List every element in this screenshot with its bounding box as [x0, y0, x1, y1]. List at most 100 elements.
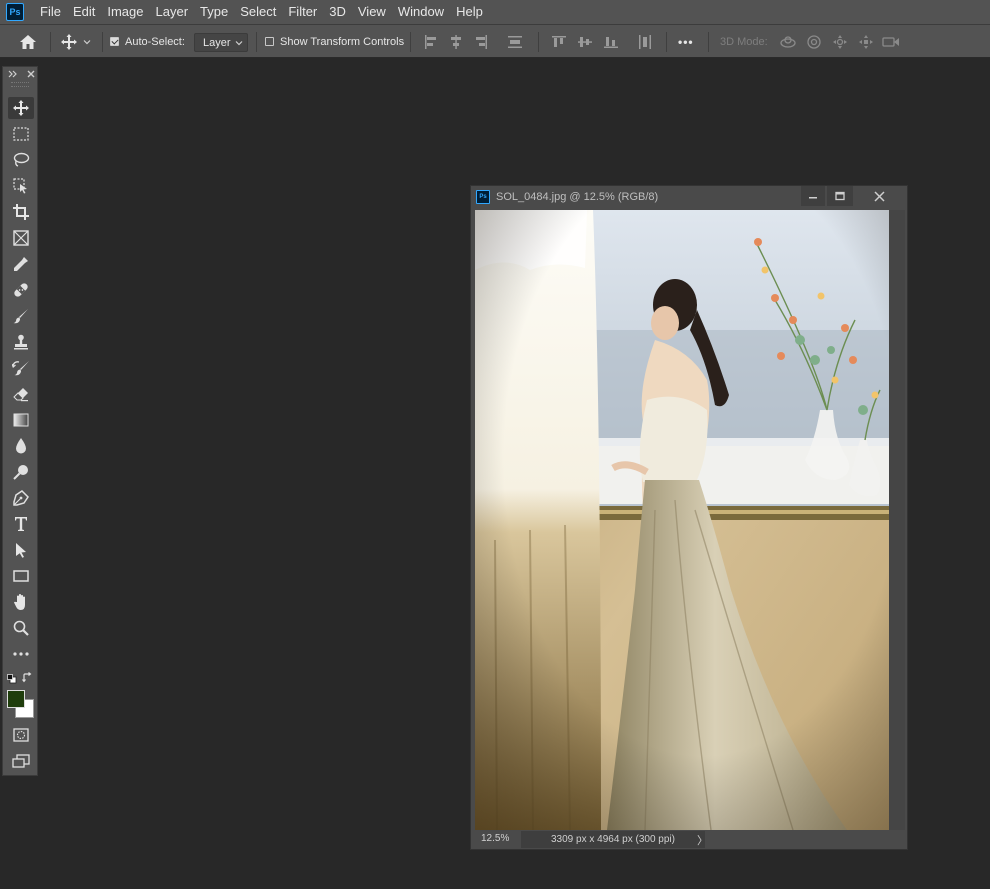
default-colors-icon [7, 674, 17, 684]
maximize-icon [835, 191, 845, 201]
history-brush-tool[interactable] [8, 357, 34, 379]
zoom-level[interactable]: 12.5% [481, 833, 521, 844]
collapse-icon[interactable] [8, 70, 18, 78]
pen-icon [13, 490, 29, 506]
eyedropper-icon [14, 257, 28, 271]
menu-bar: Ps File Edit Image Layer Type Select Fil… [0, 0, 990, 24]
video-camera-icon [882, 37, 899, 47]
screen-mode-button[interactable] [8, 750, 34, 772]
more-options-button[interactable]: ••• [678, 35, 694, 49]
align-bottom-button[interactable] [602, 33, 620, 51]
marquee-tool[interactable] [8, 123, 34, 145]
align-middle-button[interactable] [576, 33, 594, 51]
close-icon[interactable] [27, 70, 35, 78]
healing-brush-tool[interactable] [8, 279, 34, 301]
menu-view[interactable]: View [352, 0, 392, 24]
close-button[interactable] [855, 186, 903, 206]
menu-help[interactable]: Help [450, 0, 489, 24]
default-colors-button[interactable] [7, 673, 17, 687]
swap-arrows-icon [22, 672, 32, 683]
align-left-button[interactable] [422, 33, 440, 51]
distribute-vertical-button[interactable] [506, 33, 524, 51]
distribute-horizontal-button[interactable] [636, 33, 654, 51]
screen-mode-icon [12, 754, 30, 768]
quick-mask-button[interactable] [8, 724, 34, 746]
auto-select-target-dropdown[interactable]: Layer [194, 33, 248, 52]
document-title-bar[interactable]: Ps SOL_0484.jpg @ 12.5% (RGB/8) [471, 186, 907, 208]
minimize-button[interactable] [801, 186, 825, 206]
photo-image [475, 210, 889, 830]
hand-tool[interactable] [8, 591, 34, 613]
edit-toolbar-button[interactable] [8, 643, 34, 665]
menu-filter[interactable]: Filter [282, 0, 323, 24]
close-icon [873, 190, 885, 202]
eraser-icon [13, 388, 28, 402]
gradient-tool[interactable] [8, 409, 34, 431]
blur-tool[interactable] [8, 435, 34, 457]
crop-icon [13, 204, 29, 220]
menu-3d[interactable]: 3D [323, 0, 352, 24]
align-top-button[interactable] [550, 33, 568, 51]
frame-tool[interactable] [8, 227, 34, 249]
type-tool[interactable] [8, 513, 34, 535]
align-center-button[interactable] [447, 33, 465, 51]
lasso-icon [13, 152, 30, 167]
menu-layer[interactable]: Layer [150, 0, 195, 24]
menu-image[interactable]: Image [101, 0, 149, 24]
arrow-icon [16, 543, 26, 558]
show-transform-label: Show Transform Controls [280, 36, 405, 48]
zoom-icon [13, 620, 29, 636]
show-transform-checkbox[interactable] [265, 37, 274, 46]
pen-tool[interactable] [8, 487, 34, 509]
align-right-button[interactable] [472, 33, 490, 51]
roll-icon [807, 35, 821, 49]
crop-tool[interactable] [8, 201, 34, 223]
auto-select-checkbox[interactable] [110, 37, 119, 46]
status-menu-arrow[interactable]: 〉 [697, 832, 708, 848]
menu-type[interactable]: Type [194, 0, 234, 24]
object-selection-tool[interactable] [8, 175, 34, 197]
menu-select[interactable]: Select [234, 0, 282, 24]
zoom-tool[interactable] [8, 617, 34, 639]
options-bar: Auto-Select: Layer Show Transform Contro… [0, 24, 990, 58]
3d-orbit-button[interactable] [778, 33, 798, 51]
vertical-scrollbar[interactable] [889, 210, 905, 830]
auto-select-check[interactable] [110, 37, 119, 46]
menu-window[interactable]: Window [392, 0, 450, 24]
foreground-color-swatch[interactable] [7, 690, 25, 708]
document-canvas[interactable] [475, 210, 889, 830]
dodge-tool[interactable] [8, 461, 34, 483]
rectangle-tool[interactable] [8, 565, 34, 587]
brush-tool[interactable] [8, 305, 34, 327]
slide-icon [859, 35, 873, 49]
document-title: SOL_0484.jpg @ 12.5% (RGB/8) [496, 191, 659, 203]
maximize-button[interactable] [827, 186, 853, 206]
tools-panel-grip[interactable] [11, 82, 29, 87]
history-brush-icon [12, 361, 29, 376]
3d-pan-button[interactable] [830, 33, 850, 51]
3d-scale-button[interactable] [881, 33, 901, 51]
align-right-icon [476, 35, 487, 49]
photoshop-logo: Ps [6, 3, 24, 21]
home-button[interactable] [14, 31, 42, 53]
chevron-down-icon [83, 40, 90, 45]
show-transform-check[interactable] [265, 37, 274, 46]
menu-file[interactable]: File [34, 0, 67, 24]
rectangle-icon [13, 570, 29, 582]
eraser-tool[interactable] [8, 383, 34, 405]
clone-stamp-tool[interactable] [8, 331, 34, 353]
status-bar: 12.5% 3309 px x 4964 px (300 ppi) 〉 [475, 831, 905, 848]
move-tool[interactable] [8, 97, 34, 119]
3d-slide-button[interactable] [856, 33, 876, 51]
eyedropper-tool[interactable] [8, 253, 34, 275]
lasso-tool[interactable] [8, 149, 34, 171]
path-selection-tool[interactable] [8, 539, 34, 561]
menu-edit[interactable]: Edit [67, 0, 101, 24]
3d-roll-button[interactable] [804, 33, 824, 51]
swap-colors-button[interactable] [22, 672, 33, 686]
move-tool-preset-picker[interactable] [58, 31, 94, 53]
align-middle-icon [578, 37, 592, 47]
document-info[interactable]: 3309 px x 4964 px (300 ppi) [521, 831, 705, 848]
align-left-icon [425, 35, 436, 49]
move-icon [60, 34, 77, 50]
